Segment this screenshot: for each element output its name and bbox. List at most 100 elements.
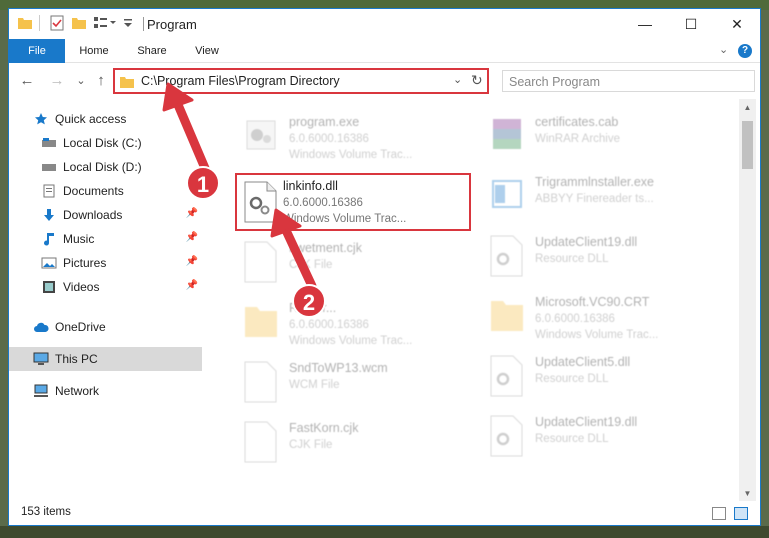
file-item-updateclient19-dll-2[interactable]: UpdateClient19.dll Resource DLL [469, 407, 709, 467]
file-list: program.exe 6.0.6000.16386 Windows Volum… [209, 99, 737, 501]
document-icon [41, 183, 57, 199]
file-name: certificates.cab [535, 115, 619, 129]
window-title: Program [147, 17, 197, 32]
sidebar-item-pictures[interactable]: Pictures 📌 [9, 251, 202, 275]
recent-locations-button[interactable]: ⌄ [71, 74, 91, 87]
item-count: 153 items [21, 506, 71, 518]
sidebar-item-this-pc[interactable]: This PC [9, 347, 202, 371]
sidebar-item-label: Quick access [55, 112, 127, 126]
vertical-scrollbar[interactable]: ▲ ▼ [739, 99, 756, 501]
folder-icon [489, 295, 525, 339]
file-name: UpdateClient19.dll [535, 235, 638, 249]
up-button[interactable]: ↑ [91, 72, 111, 89]
scrollbar-thumb[interactable] [742, 121, 753, 169]
file-icon [243, 361, 279, 405]
file-detail: Resource DLL [535, 253, 609, 265]
folder-icon [119, 74, 135, 95]
file-item-sndtowp13-wcm[interactable]: SndToWP13.wcm WCM File [223, 353, 463, 413]
sidebar-item-local-disk-d[interactable]: Local Disk (D:) [9, 155, 202, 179]
file-type: Windows Volume Trac... [289, 335, 413, 347]
large-icons-view-button[interactable] [734, 507, 748, 520]
dll-icon [489, 355, 525, 399]
sidebar-item-local-disk-c[interactable]: Local Disk (C:) [9, 131, 202, 155]
sidebar-item-network[interactable]: Network [9, 379, 202, 403]
search-input[interactable]: Search Program [502, 70, 755, 92]
sidebar-item-label: Network [55, 384, 100, 398]
details-view-button[interactable] [712, 507, 726, 520]
properties-icon[interactable] [49, 15, 65, 33]
file-name: FastKorn.cjk [289, 421, 359, 435]
tab-file[interactable]: File [9, 39, 65, 63]
file-detail: CJK File [289, 259, 333, 271]
file-type: Windows Volume Trac... [283, 213, 407, 225]
file-name: SndToWP13.wcm [289, 361, 388, 375]
file-detail: ABBYY Finereader ts... [535, 193, 654, 205]
file-detail: Resource DLL [535, 373, 609, 385]
computer-icon [33, 351, 49, 367]
forward-button[interactable]: → [47, 72, 67, 89]
file-item-trigramminstaller-exe[interactable]: Trigrammlnstaller.exe ABBYY Finereader t… [469, 167, 709, 227]
ribbon-tabs: File Home Share View ⌄ ? [9, 39, 760, 63]
annotation-badge-2: 2 [292, 284, 326, 318]
status-bar: 153 items [9, 501, 760, 525]
sidebar-item-label: Videos [63, 280, 100, 294]
pin-icon: 📌 [185, 280, 198, 291]
file-item-microsoft-vc90-crt[interactable]: Microsoft.VC90.CRT 6.0.6000.16386 Window… [469, 287, 709, 347]
navigation-pane: Quick access Local Disk (C:) Local Disk … [9, 99, 202, 501]
sidebar-item-onedrive[interactable]: OneDrive [9, 315, 202, 339]
tab-view[interactable]: View [185, 39, 229, 63]
file-item-linkinfo-dll[interactable]: linkinfo.dll 6.0.6000.16386 Windows Volu… [235, 173, 471, 231]
archive-icon [489, 115, 525, 159]
folder-icon [243, 301, 279, 345]
sidebar-item-music[interactable]: Music 📌 [9, 227, 202, 251]
sidebar-item-label: Local Disk (D:) [63, 160, 142, 174]
back-button[interactable]: ← [17, 72, 37, 89]
sidebar-item-downloads[interactable]: Downloads 📌 [9, 203, 202, 227]
new-folder-icon[interactable] [71, 15, 87, 33]
network-icon [33, 383, 49, 399]
sidebar-item-videos[interactable]: Videos 📌 [9, 275, 202, 299]
explorer-window: Program — ☐ ✕ File Home Share View ⌄ ? ←… [8, 8, 761, 526]
scroll-up-icon[interactable]: ▲ [739, 103, 756, 112]
sidebar-item-quick-access[interactable]: Quick access [9, 107, 202, 131]
refresh-button[interactable]: ↻ [471, 72, 483, 89]
file-name: UpdateClient19.dll [535, 415, 638, 429]
close-button[interactable]: ✕ [714, 9, 760, 39]
download-icon [41, 207, 57, 223]
file-item-fastkorn-cjk[interactable]: FastKorn.cjk CJK File [223, 413, 463, 473]
file-item-certificates-cab[interactable]: certificates.cab WinRAR Archive [469, 107, 709, 167]
help-button[interactable]: ? [738, 44, 752, 58]
file-item-updateclient19-dll[interactable]: UpdateClient19.dll Resource DLL [469, 227, 709, 287]
address-bar[interactable]: C:\Program Files\Program Directory ⌄ ↻ [113, 68, 489, 94]
tab-home[interactable]: Home [71, 39, 117, 63]
file-item-updateclient5-dll[interactable]: UpdateClient5.dll Resource DLL [469, 347, 709, 407]
file-icon [243, 241, 279, 285]
file-detail: WCM File [289, 379, 340, 391]
sidebar-item-label: OneDrive [55, 320, 106, 334]
sidebar-item-documents[interactable]: Documents [9, 179, 202, 203]
minimize-button[interactable]: — [622, 9, 668, 39]
sidebar-item-label: Documents [63, 184, 124, 198]
scroll-down-icon[interactable]: ▼ [739, 489, 756, 498]
expand-ribbon-button[interactable]: ⌄ [719, 43, 728, 56]
quick-access-dropdown-icon[interactable] [122, 15, 134, 33]
file-name: Microsoft.VC90.CRT [535, 295, 650, 309]
file-type: Windows Volume Trac... [289, 149, 413, 161]
pin-icon: 📌 [185, 232, 198, 243]
file-detail: WinRAR Archive [535, 133, 620, 145]
file-item-program-exe[interactable]: program.exe 6.0.6000.16386 Windows Volum… [223, 107, 463, 167]
maximize-button[interactable]: ☐ [668, 9, 714, 39]
quick-access-divider [39, 15, 40, 31]
address-path[interactable]: C:\Program Files\Program Directory [141, 74, 340, 88]
dll-icon [489, 415, 525, 459]
customize-toolbar-icon[interactable] [93, 15, 119, 33]
pin-icon: 📌 [185, 256, 198, 267]
installer-icon [489, 175, 525, 219]
tab-share[interactable]: Share [129, 39, 175, 63]
file-detail: 6.0.6000.16386 [283, 197, 363, 209]
file-name: program.exe [289, 115, 360, 129]
address-dropdown-button[interactable]: ⌄ [453, 73, 462, 86]
pin-icon: 📌 [185, 208, 198, 219]
file-item-roaming-folder[interactable]: Roamr... 6.0.6000.16386 Windows Volume T… [223, 293, 463, 353]
file-item-hwetment-cjk[interactable]: hwetment.cjk CJK File [223, 233, 463, 293]
